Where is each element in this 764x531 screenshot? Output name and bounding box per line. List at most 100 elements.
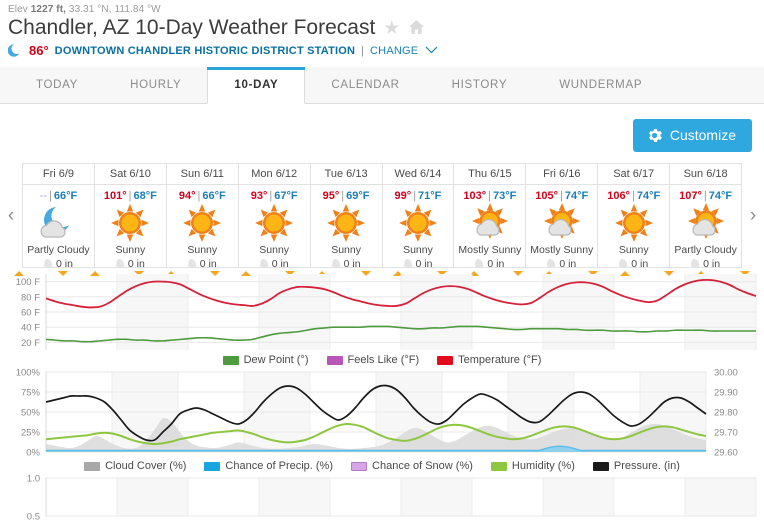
day-temperatures: 103° | 73°F	[463, 185, 516, 202]
coordinates: 33.31 °N, 111.84 °W	[68, 4, 161, 15]
day-card[interactable]: Sat 6/10 101° | 68°F Sunny 0 in	[94, 164, 167, 267]
day-card[interactable]: Mon 6/12 93° | 67°F Sunny 0 in	[238, 164, 311, 267]
day-temperatures: 101° | 68°F	[104, 185, 157, 202]
day-high: 101°	[103, 190, 127, 202]
next-days-arrow[interactable]: ›	[742, 163, 764, 268]
separator: |	[361, 44, 365, 57]
day-date: Mon 6/12	[238, 164, 310, 185]
day-card[interactable]: Fri 6/9 -- | 66°F Partly Cloudy 0 in	[22, 164, 95, 267]
day-precipitation: 0 in	[402, 258, 433, 268]
day-low: 68°F	[133, 190, 157, 202]
precip-value: 0 in	[631, 258, 649, 268]
legend-swatch	[84, 461, 101, 471]
day-condition: Sunny	[259, 244, 290, 256]
forecast-strip: ‹ Fri 6/9 -- | 66°F Partly Cloudy 0 in Sat 6/1…	[0, 163, 764, 276]
title-row: Chandler, AZ 10-Day Weather Forecast ★	[0, 15, 764, 40]
day-precipitation: 0 in	[43, 258, 73, 267]
sun-icon	[167, 203, 238, 243]
star-icon[interactable]: ★	[383, 19, 400, 38]
day-precipitation: 0 in	[690, 258, 720, 267]
day-card[interactable]: Thu 6/15 103° | 73°F Mostly Sunny 0 in	[454, 164, 527, 267]
day-card[interactable]: Tue 6/13 95° | 69°F Sunny 0 in	[310, 164, 383, 268]
change-location-link[interactable]: CHANGE	[370, 45, 438, 57]
legend-swatch	[326, 355, 343, 365]
temp-separator: |	[703, 190, 707, 202]
precip-value: 0 in	[415, 258, 433, 268]
legend-swatch	[222, 355, 239, 365]
sun-icon	[383, 203, 454, 243]
day-date: Sun 6/18	[670, 164, 742, 185]
tab-history[interactable]: HISTORY	[426, 67, 534, 103]
day-card[interactable]: Sun 6/11 94° | 66°F Sunny 0 in	[166, 164, 239, 268]
svg-text:100%: 100%	[16, 368, 41, 379]
legend-swatch	[351, 461, 368, 471]
customize-button[interactable]: Customize	[632, 119, 752, 152]
svg-text:29.80: 29.80	[714, 408, 738, 419]
svg-text:30.00: 30.00	[714, 368, 738, 379]
moon-cloud-icon	[23, 203, 94, 243]
temp-separator: |	[128, 190, 132, 202]
day-high: 95°	[322, 190, 340, 202]
day-date: Sat 6/10	[94, 164, 166, 185]
elevation-bar: Elev 1227 ft, 33.31 °N, 111.84 °W	[0, 0, 764, 15]
svg-text:25%: 25%	[21, 428, 41, 439]
svg-text:100 F: 100 F	[16, 277, 40, 288]
day-precipitation: 0 in	[258, 258, 289, 267]
day-temperatures: -- | 66°F	[40, 185, 78, 202]
temp-separator: |	[413, 190, 417, 202]
day-condition: Sunny	[618, 244, 649, 256]
day-card[interactable]: Fri 6/16 105° | 74°F Mostly Sunny 0 in	[526, 164, 599, 267]
day-condition: Sunny	[403, 244, 433, 256]
temp-separator: |	[488, 190, 492, 202]
raindrop-icon	[330, 258, 341, 267]
tab-hourly[interactable]: HOURLY	[104, 67, 207, 103]
tab-label: WUNDERMAP	[559, 79, 643, 91]
day-precipitation: 0 in	[474, 258, 504, 267]
day-low: 73°F	[493, 190, 517, 202]
temp-separator: |	[49, 190, 52, 202]
day-card[interactable]: Wed 6/14 99° | 71°F Sunny 0 in	[382, 164, 455, 268]
third-chart[interactable]: 0.5 1.0	[0, 472, 764, 520]
sun-icon	[95, 203, 166, 243]
precip-value: 0 in	[343, 258, 361, 268]
day-low: 67°F	[274, 190, 298, 202]
sun-icon	[598, 203, 669, 243]
tab-10-day[interactable]: 10-DAY	[207, 67, 306, 104]
day-low: 74°F	[708, 190, 733, 202]
temperature-chart[interactable]: 20 F 40 F 60 F 80 F 100 F	[0, 268, 764, 356]
tab-wundermap[interactable]: WUNDERMAP	[533, 67, 668, 103]
day-precipitation: 0 in	[618, 258, 649, 268]
change-label: CHANGE	[370, 44, 419, 57]
svg-text:80 F: 80 F	[21, 292, 40, 303]
day-condition: Mostly Sunny	[458, 244, 522, 256]
svg-text:1.0: 1.0	[27, 474, 40, 485]
svg-text:60 F: 60 F	[21, 308, 40, 319]
conditions-chart[interactable]: 0% 25% 50% 75% 100% 29.60 29.70 29.80 29.90 30.00	[0, 366, 764, 462]
precip-value: 0 in	[199, 258, 217, 268]
home-icon[interactable]	[408, 19, 425, 38]
day-low: 74°F	[636, 190, 661, 202]
day-condition: Sunny	[115, 244, 146, 256]
station-name[interactable]: DOWNTOWN CHANDLER HISTORIC DISTRICT STAT…	[55, 45, 356, 57]
day-card[interactable]: Sat 6/17 106° | 74°F Sunny 0 in	[598, 164, 671, 268]
raindrop-icon	[114, 258, 125, 267]
day-date: Wed 6/14	[382, 164, 454, 185]
sun-cloud-icon	[454, 203, 525, 243]
day-card[interactable]: Sun 6/18 107° | 74°F Partly Cloudy 0 in	[670, 164, 742, 267]
temp-separator: |	[269, 190, 273, 202]
day-precipitation: 0 in	[546, 258, 576, 267]
day-temperatures: 99° | 71°F	[395, 185, 442, 202]
day-high: 103°	[463, 190, 487, 202]
day-temperatures: 93° | 67°F	[251, 185, 298, 202]
day-date: Tue 6/13	[310, 164, 382, 185]
page-title: Chandler, AZ 10-Day Weather Forecast	[8, 16, 376, 39]
tab-calendar[interactable]: CALENDAR	[305, 67, 425, 103]
day-precipitation: 0 in	[114, 258, 145, 267]
sun-cloud-icon	[670, 203, 741, 243]
tab-today[interactable]: TODAY	[10, 67, 104, 103]
station-row: 86° DOWNTOWN CHANDLER HISTORIC DISTRICT …	[0, 40, 764, 58]
elevation-prefix: Elev	[8, 4, 28, 15]
svg-text:0%: 0%	[26, 448, 40, 459]
legend-swatch	[592, 461, 609, 471]
prev-days-arrow[interactable]: ‹	[0, 163, 22, 268]
